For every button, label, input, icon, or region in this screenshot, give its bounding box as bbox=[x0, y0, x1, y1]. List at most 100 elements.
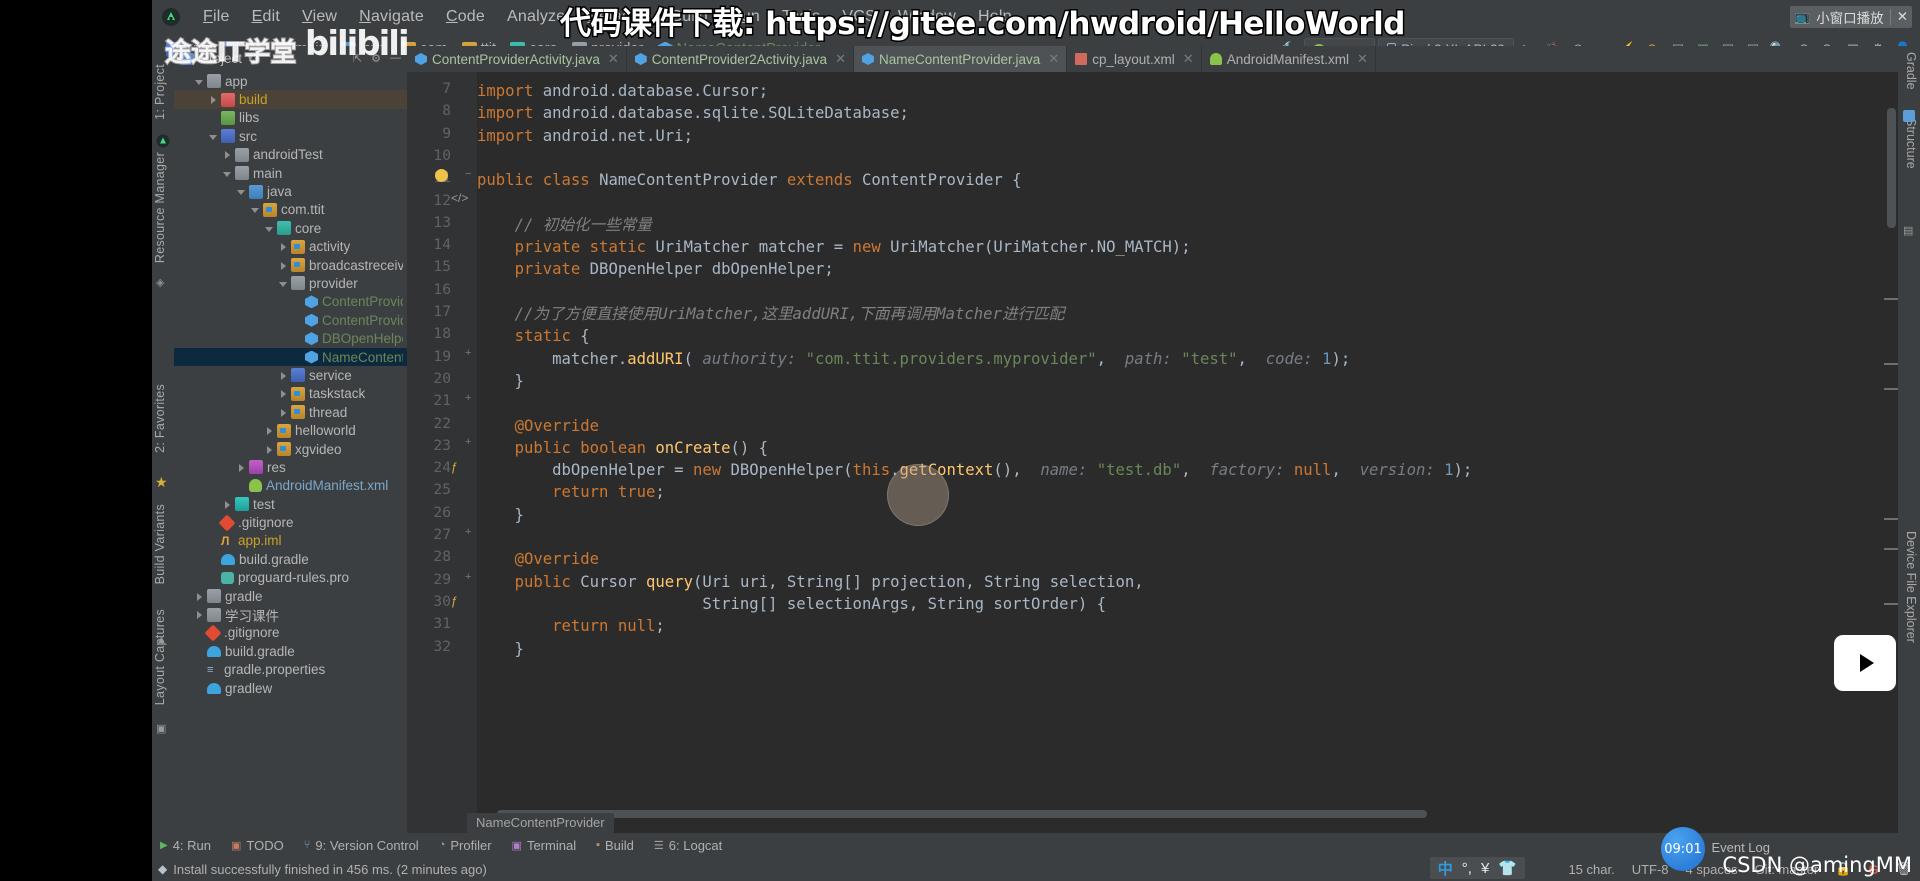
override-marker-icon[interactable]: ƒ bbox=[451, 460, 458, 474]
tree-item-dbopenhelper[interactable]: DBOpenHelper bbox=[174, 329, 407, 347]
editor-horizontal-scrollbar[interactable] bbox=[477, 810, 1884, 819]
fold-marker-icon[interactable]: + bbox=[465, 392, 471, 404]
tree-item-gradlew[interactable]: gradlew bbox=[174, 679, 407, 697]
tree-item-app-iml[interactable]: Лapp.iml bbox=[174, 532, 407, 550]
fold-marker-icon[interactable]: − bbox=[465, 168, 471, 180]
ime-toolbar[interactable]: 中 °, ¥ 👕 bbox=[1429, 857, 1525, 879]
editor-gutter[interactable]: 7891011121314151617181920212223242526272… bbox=[407, 72, 477, 833]
chevron-down-icon[interactable] bbox=[278, 278, 289, 289]
tree-item-build-gradle[interactable]: build.gradle bbox=[174, 550, 407, 568]
bottom-tab-run[interactable]: ▶ 4: Run bbox=[160, 838, 211, 853]
tree-item-test[interactable]: test bbox=[174, 495, 407, 513]
tree-item-proguard-rules-pro[interactable]: proguard-rules.pro bbox=[174, 569, 407, 587]
tree-item-androidtest[interactable]: androidTest bbox=[174, 146, 407, 164]
sidebar-item-gradle[interactable]: Gradle bbox=[1904, 52, 1918, 90]
tree-item-com-ttit[interactable]: com.ttit bbox=[174, 201, 407, 219]
chevron-right-icon[interactable] bbox=[278, 260, 289, 271]
project-tree[interactable]: app build libs src androidTest main java com.tt… bbox=[174, 72, 407, 833]
chevron-right-icon[interactable] bbox=[278, 388, 289, 399]
tree-item-taskstack[interactable]: taskstack bbox=[174, 385, 407, 403]
chevron-right-icon[interactable] bbox=[194, 591, 205, 602]
bottom-tab-version-control[interactable]: ⑂ 9: Version Control bbox=[304, 838, 419, 853]
chevron-down-icon[interactable] bbox=[194, 76, 205, 87]
editor-tab-androidmanifest-xml[interactable]: AndroidManifest.xml ✕ bbox=[1202, 46, 1376, 72]
menu-edit[interactable]: Edit bbox=[241, 8, 291, 26]
code-editor[interactable]: 7891011121314151617181920212223242526272… bbox=[407, 72, 1898, 833]
tree-item-activity[interactable]: activity bbox=[174, 238, 407, 256]
tree-item-broadcastreceiver[interactable]: broadcastreceiver bbox=[174, 256, 407, 274]
bottom-tab-profiler[interactable]: ◔ Profiler bbox=[439, 838, 492, 853]
menu-code[interactable]: Code bbox=[435, 8, 496, 26]
tree-item-build-gradle[interactable]: build.gradle bbox=[174, 642, 407, 660]
sidebar-item-structure[interactable]: Structure bbox=[1904, 118, 1918, 169]
chevron-right-icon[interactable] bbox=[278, 370, 289, 381]
implements-marker-icon[interactable]: </> bbox=[451, 191, 468, 205]
override-marker-icon[interactable]: ƒ bbox=[451, 594, 458, 608]
editor-tab-namecontentprovider-java[interactable]: NameContentProvider.java ✕ bbox=[853, 46, 1068, 72]
bottom-tab-todo[interactable]: ▣ TODO bbox=[231, 838, 284, 853]
tree-item-libs[interactable]: libs bbox=[174, 109, 407, 127]
editor-vertical-scrollbar[interactable] bbox=[1884, 98, 1898, 833]
fold-marker-icon[interactable]: + bbox=[465, 526, 471, 538]
tree-item-contentprovideractivity[interactable]: ContentProviderActivity bbox=[174, 311, 407, 329]
editor-tab-bar[interactable]: ContentProviderActivity.java ✕ ContentProv… bbox=[407, 46, 1898, 72]
bottom-tab-terminal[interactable]: ▣ Terminal bbox=[512, 838, 577, 853]
chevron-right-icon[interactable] bbox=[222, 499, 233, 510]
chevron-right-icon[interactable] bbox=[264, 444, 275, 455]
menu-file[interactable]: File bbox=[192, 8, 241, 26]
tree-item--[interactable]: 学习课件 bbox=[174, 605, 407, 624]
chevron-right-icon[interactable] bbox=[278, 407, 289, 418]
scrollbar-thumb[interactable] bbox=[497, 810, 1427, 818]
sidebar-item-favorites[interactable]: 2: Favorites bbox=[153, 384, 167, 453]
chevron-down-icon[interactable] bbox=[222, 168, 233, 179]
tree-item-main[interactable]: main bbox=[174, 164, 407, 182]
bottom-tab-logcat[interactable]: ☰ 6: Logcat bbox=[654, 838, 722, 853]
ime-punctuation-icon[interactable]: °, bbox=[1462, 860, 1472, 877]
sidebar-item-build-variants[interactable]: Build Variants bbox=[153, 504, 167, 584]
tree-item-java[interactable]: java bbox=[174, 182, 407, 200]
chevron-right-icon[interactable] bbox=[208, 94, 219, 105]
mini-player-control[interactable]: 📺 小窗口播放 ✕ bbox=[1790, 6, 1912, 28]
fold-marker-icon[interactable]: + bbox=[465, 436, 471, 448]
close-icon[interactable]: ✕ bbox=[1048, 51, 1059, 67]
editor-bottom-breadcrumb[interactable]: NameContentProvider bbox=[467, 813, 614, 833]
status-encoding[interactable]: UTF-8 bbox=[1632, 862, 1669, 877]
fold-marker-icon[interactable]: + bbox=[465, 347, 471, 359]
tree-item-thread[interactable]: thread bbox=[174, 403, 407, 421]
code-text[interactable]: import android.database.Cursor; import an… bbox=[477, 72, 1884, 833]
sidebar-item-device-file-explorer[interactable]: Device File Explorer bbox=[1904, 531, 1918, 643]
chevron-down-icon[interactable] bbox=[208, 131, 219, 142]
ime-halfwidth-icon[interactable]: ¥ bbox=[1481, 860, 1489, 877]
fold-marker-icon[interactable]: + bbox=[465, 571, 471, 583]
tree-item-app[interactable]: app bbox=[174, 72, 407, 90]
chevron-right-icon[interactable] bbox=[194, 609, 205, 620]
chevron-down-icon[interactable] bbox=[250, 204, 261, 215]
chevron-right-icon[interactable] bbox=[222, 149, 233, 160]
ime-skin-icon[interactable]: 👕 bbox=[1498, 859, 1517, 877]
tree-item--gitignore[interactable]: .gitignore bbox=[174, 513, 407, 532]
editor-tab-contentprovider2activity-java[interactable]: ContentProvider2Activity.java ✕ bbox=[627, 46, 854, 72]
ime-chinese-icon[interactable]: 中 bbox=[1438, 858, 1453, 879]
sidebar-item-project[interactable]: 1: Project bbox=[153, 64, 167, 120]
bottom-tab-build[interactable]: ▪ Build bbox=[596, 838, 634, 853]
sidebar-item-layout-captures[interactable]: Layout Captures bbox=[153, 609, 167, 705]
editor-tab-contentprovideractivity-java[interactable]: ContentProviderActivity.java ✕ bbox=[407, 46, 627, 72]
chevron-down-icon[interactable] bbox=[236, 186, 247, 197]
tree-item-core[interactable]: core bbox=[174, 219, 407, 237]
tree-item-build[interactable]: build bbox=[174, 90, 407, 109]
tree-item-service[interactable]: service bbox=[174, 366, 407, 384]
tree-item-res[interactable]: res bbox=[174, 458, 407, 476]
scrollbar-thumb[interactable] bbox=[1887, 108, 1896, 228]
chevron-right-icon[interactable] bbox=[236, 462, 247, 473]
tree-item-contentprovider2activity[interactable]: ContentProvider2Activity bbox=[174, 293, 407, 311]
close-icon[interactable]: ✕ bbox=[1897, 9, 1908, 25]
close-icon[interactable]: ✕ bbox=[1183, 51, 1194, 67]
tree-item-src[interactable]: src bbox=[174, 127, 407, 145]
editor-tab-cp-layout-xml[interactable]: cp_layout.xml ✕ bbox=[1067, 46, 1202, 72]
tree-item-gradle-properties[interactable]: ≡ gradle.properties bbox=[174, 661, 407, 679]
tree-item-provider[interactable]: provider bbox=[174, 274, 407, 292]
tree-item-xgvideo[interactable]: xgvideo bbox=[174, 440, 407, 458]
close-icon[interactable]: ✕ bbox=[608, 51, 619, 67]
tree-item-helloworld[interactable]: helloworld bbox=[174, 421, 407, 439]
close-icon[interactable]: ✕ bbox=[835, 51, 846, 67]
